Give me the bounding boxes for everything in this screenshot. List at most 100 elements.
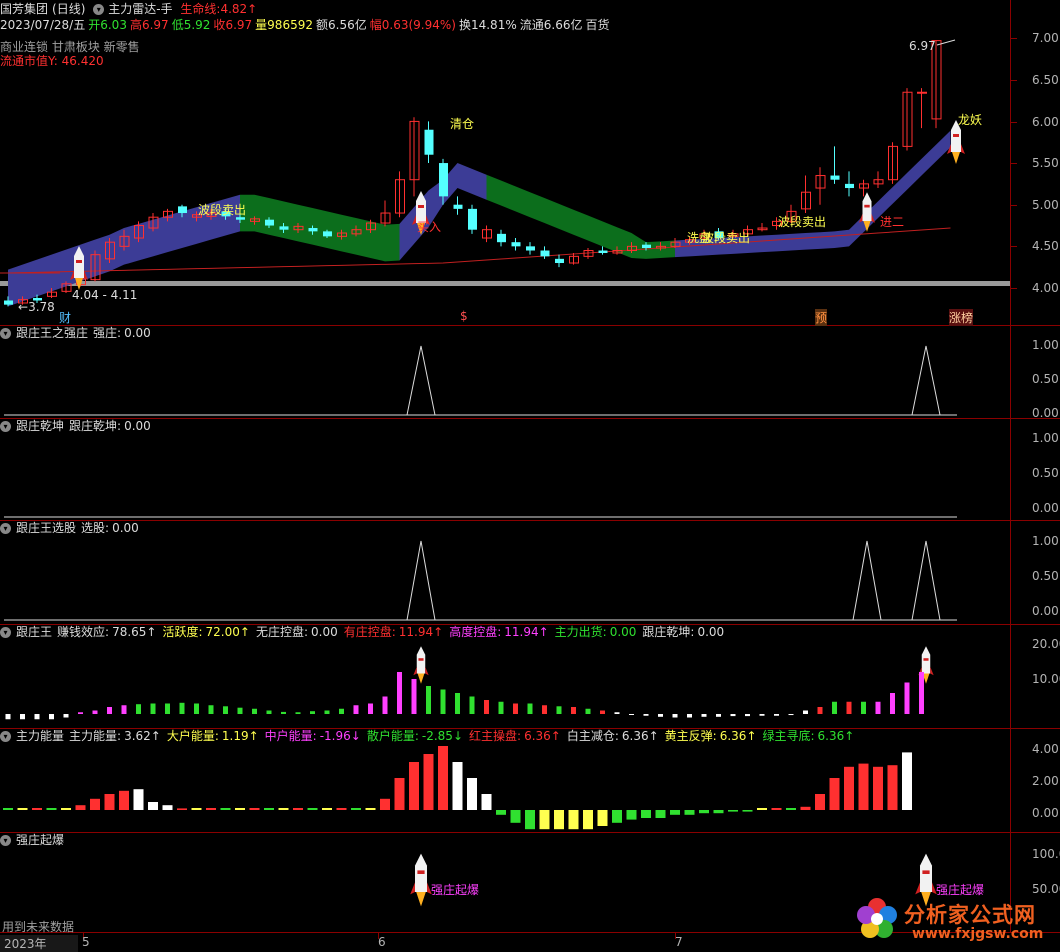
- volume-value: 986592: [267, 18, 313, 32]
- bar-ff40ff: [92, 710, 98, 714]
- high-value: 6.97: [141, 18, 169, 32]
- chevron-down-icon[interactable]: ▾: [0, 731, 11, 742]
- month-label: 5: [82, 935, 90, 949]
- bar-ff40ff: [397, 672, 402, 714]
- band-segment: [298, 204, 313, 245]
- bar-ffffff: [629, 714, 634, 715]
- panel-field-value: 6.36: [719, 729, 747, 743]
- price-axis-5.5: 5.50: [1032, 156, 1059, 170]
- energy-bar: [844, 766, 854, 810]
- axis-tick: [1011, 122, 1017, 123]
- rocket-flame: [416, 892, 426, 907]
- band-segment: [182, 207, 197, 249]
- band-segment: [95, 234, 110, 277]
- energy-bar: [887, 765, 898, 810]
- panel3-axis-0: 0.00: [1032, 604, 1059, 618]
- energy-bar: [17, 808, 28, 810]
- bar-ffffff: [20, 714, 25, 720]
- axis-tick: [1011, 246, 1017, 247]
- energy-bar: [684, 810, 695, 815]
- chart-window[interactable]: 国芳集团 (日线) ▾ 主力雷达-手 生命线:4.82↑ 2023/07/28/五开…: [0, 0, 1060, 952]
- energy-bar: [177, 808, 187, 810]
- candle-body: [323, 231, 332, 237]
- rocket-stripe: [417, 870, 425, 874]
- energy-bar: [786, 808, 796, 810]
- panel-title[interactable]: 主力能量: [16, 729, 64, 743]
- bar-30e030: [585, 708, 591, 714]
- panel-field-value: -2.85: [421, 729, 453, 743]
- panel-field-label: 跟庄乾坤:: [69, 419, 122, 433]
- rocket-stripe: [418, 205, 424, 208]
- energy-bar: [380, 798, 390, 810]
- panel-title[interactable]: 跟庄王: [16, 625, 52, 639]
- energy-bar: [641, 810, 651, 818]
- rocket-flame: [417, 673, 425, 684]
- stock-name[interactable]: 国芳集团: [0, 2, 48, 16]
- panel-field-label: 有庄控盘:: [343, 625, 396, 639]
- panel-separator: [0, 520, 1060, 521]
- chevron-down-icon[interactable]: ▾: [0, 835, 11, 846]
- indicator-name[interactable]: 主力雷达-手: [108, 2, 172, 16]
- energy-bar: [815, 794, 825, 810]
- panel-title[interactable]: 跟庄乾坤: [16, 419, 64, 433]
- chevron-down-icon[interactable]: ▾: [0, 627, 11, 638]
- bar-ffffff: [658, 714, 663, 717]
- panel-title[interactable]: 强庄起爆: [16, 833, 64, 847]
- chevron-down-icon[interactable]: ▾: [93, 4, 105, 15]
- chevron-down-icon[interactable]: ▾: [0, 421, 11, 432]
- panel5-axis-0: 0.00: [1032, 806, 1059, 820]
- panel3-axis-0.5: 0.50: [1032, 569, 1059, 583]
- bar-ff3030: [484, 700, 489, 714]
- panel-separator: [0, 832, 1060, 833]
- panel-field-label: 跟庄乾坤:: [642, 625, 695, 639]
- energy-bar: [351, 808, 361, 810]
- period[interactable]: (日线): [52, 2, 85, 16]
- price-axis-6: 6.00: [1032, 115, 1059, 129]
- energy-bar: [699, 810, 709, 814]
- bar-30e030: [179, 702, 185, 714]
- zhangbang-marker[interactable]: 涨榜: [949, 309, 974, 326]
- panel-title[interactable]: 跟庄王选股: [16, 521, 76, 535]
- lifeline-value: 4.82: [220, 2, 248, 16]
- panel-field-value: 1.19: [221, 729, 249, 743]
- panel-header: ▾ 跟庄王选股 选股: 0.00: [0, 520, 145, 536]
- bar-ff3030: [817, 707, 823, 714]
- header-line-2: 2023/07/28/五 开6.03 高6.97 低5.92 收6.97 量986592 额…: [0, 16, 614, 34]
- band-segment: [370, 221, 385, 262]
- dollar-marker[interactable]: $: [460, 309, 468, 323]
- energy-bar: [713, 810, 724, 814]
- panel-field-value: 0.00: [609, 625, 637, 639]
- energy-bar: [293, 808, 303, 810]
- bar-30e030: [281, 711, 286, 714]
- band-segment: [805, 232, 820, 250]
- panel1-axis-0.5: 0.50: [1032, 372, 1059, 386]
- panel-field-label: 红主操盘:: [469, 729, 522, 743]
- panel1-axis-0: 0.00: [1032, 406, 1059, 420]
- panel-field-label: 强庄:: [93, 326, 122, 340]
- panel-title[interactable]: 跟庄王之强庄: [16, 326, 88, 340]
- arrow-spacer: ↑: [150, 729, 161, 743]
- band-segment: [124, 223, 139, 265]
- watermark-url: www.fxjgsw.com: [912, 926, 1044, 942]
- energy-bar: [670, 810, 680, 815]
- chevron-down-icon[interactable]: ▾: [0, 328, 11, 339]
- open-value: 6.03: [100, 18, 127, 32]
- chevron-down-icon[interactable]: ▾: [0, 523, 11, 534]
- cai-marker[interactable]: 财: [59, 309, 71, 326]
- axis-tick: [1011, 80, 1017, 81]
- year-label: 2023年: [4, 937, 47, 951]
- panel1-axis-1: 1.00: [1032, 338, 1059, 352]
- amount-label: 额: [315, 18, 328, 32]
- chart-canvas[interactable]: [0, 0, 1060, 952]
- panel-header: ▾ 强庄起爆: [0, 832, 69, 848]
- candle-body: [279, 226, 289, 230]
- yu-marker[interactable]: 预: [815, 309, 828, 326]
- bar-ffffff: [34, 714, 40, 720]
- wave-sell-label: 波段卖出: [778, 215, 827, 229]
- energy-bar: [365, 808, 376, 810]
- price-axis-4.5: 4.50: [1032, 239, 1059, 253]
- bar-30e030: [266, 710, 272, 714]
- panel-field-label: 大户能量:: [166, 729, 219, 743]
- energy-bar: [75, 805, 86, 810]
- panel-field-label: 无庄控盘:: [255, 625, 308, 639]
